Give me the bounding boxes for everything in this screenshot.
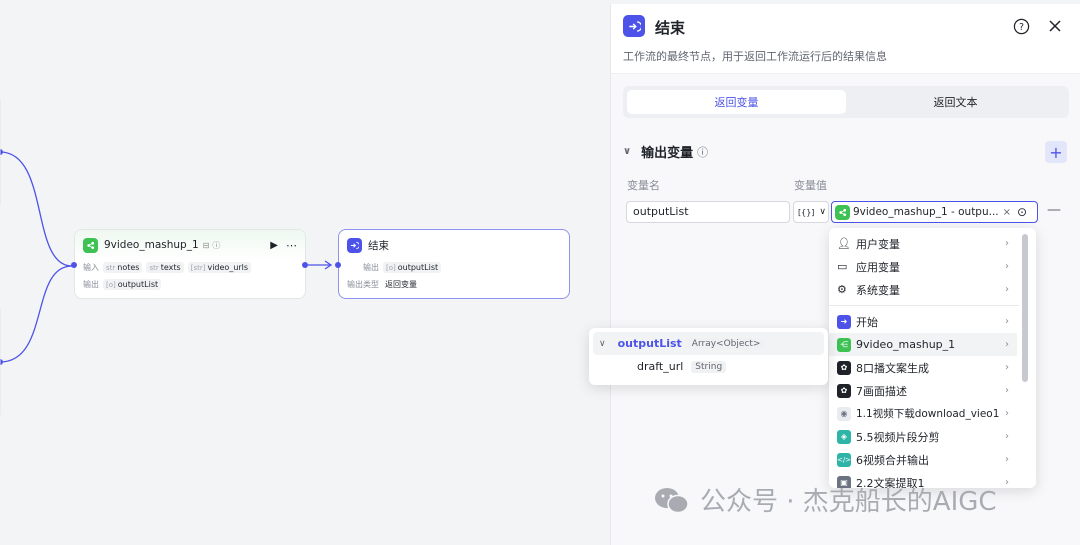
more-icon[interactable]: ⋯: [286, 239, 297, 252]
watermark: 公众号 · 杰克船长的AIGC: [652, 481, 997, 518]
dropdown-item-node[interactable]: </> 6视频合并输出 ›: [829, 448, 1017, 471]
svg-text:?: ?: [1018, 21, 1023, 32]
dropdown-item-system-vars[interactable]: ⚙ 系统变量 ›: [829, 278, 1017, 301]
tab-return-text[interactable]: 返回文本: [846, 90, 1065, 114]
output-tag: [o] outputList: [383, 262, 442, 273]
return-mode-tabs: 返回变量 返回文本: [623, 86, 1069, 118]
llm-icon: ✿: [837, 383, 851, 398]
run-node-button[interactable]: ▶: [270, 240, 278, 251]
variable-value-ref[interactable]: 9video_mashup_1 - outpu... × ⊙: [831, 201, 1038, 223]
mashup-node-title: 9video_mashup_1: [104, 239, 199, 251]
variable-name-input[interactable]: outputList: [626, 201, 790, 223]
code-icon: </>: [837, 452, 851, 467]
storage-icon: ⊟: [202, 240, 210, 250]
add-variable-button[interactable]: +: [1045, 141, 1067, 163]
output-field-root[interactable]: ∨ outputList Array<Object>: [593, 332, 824, 355]
download-icon: ◉: [837, 406, 851, 421]
dropdown-item-node[interactable]: ✿ 7画面描述 ›: [829, 379, 1017, 402]
close-icon[interactable]: [1045, 16, 1065, 36]
panel-description: 工作流的最终节点，用于返回工作流运行后的结果信息: [623, 50, 887, 63]
workflow-canvas[interactable]: 9video_mashup_1 ⊟ ⓘ ▶ ⋯ 输入 str notes str t…: [0, 0, 610, 545]
divider: [829, 305, 1019, 306]
col-label-name: 变量名: [627, 179, 660, 192]
input-tag: str notes: [103, 262, 143, 273]
edge-top: [0, 151, 73, 267]
llm-icon: ✿: [837, 360, 851, 375]
output-field-popup: ∨ outputList Array<Object> draft_url Str…: [589, 328, 828, 385]
edge-bottom: [0, 265, 73, 363]
help-icon[interactable]: ?: [1011, 16, 1031, 36]
chevron-down-icon: ∨: [819, 207, 827, 217]
watermark-text: 公众号 · 杰克船长的AIGC: [700, 487, 997, 517]
gear-icon: ⚙: [837, 283, 847, 296]
wechat-icon: [655, 487, 689, 513]
mashup-node[interactable]: 9video_mashup_1 ⊟ ⓘ ▶ ⋯ 输入 str notes str t…: [74, 229, 306, 299]
end-output-row: 输出 [o] outputList: [339, 260, 569, 275]
output-variables-section[interactable]: ∨ 输出变量 ⓘ: [623, 142, 709, 162]
input-tag: str texts: [146, 262, 184, 273]
info-icon: ⓘ: [212, 240, 221, 250]
user-icon: 👤︎: [837, 237, 851, 250]
tab-return-variable[interactable]: 返回变量: [627, 90, 846, 114]
chevron-down-icon[interactable]: ∨: [623, 146, 631, 157]
chevron-down-icon[interactable]: ∨: [599, 339, 606, 349]
clear-icon[interactable]: ×: [1003, 207, 1011, 218]
input-tag: [str] video_urls: [187, 262, 252, 273]
end-in-port[interactable]: [335, 262, 341, 268]
end-icon: [623, 15, 645, 37]
start-icon: ➜: [837, 314, 851, 329]
remove-variable-button[interactable]: —: [1047, 202, 1061, 218]
dropdown-scrollbar[interactable]: [1022, 234, 1028, 382]
end-node[interactable]: 结束 输出 [o] outputList 输出类型 返回变量: [338, 229, 570, 299]
plugin-icon: ⋲: [837, 337, 851, 352]
dropdown-item-app-vars[interactable]: ▭ 应用变量 ›: [829, 255, 1017, 278]
folder-icon: ▭: [837, 260, 848, 273]
mashup-out-port[interactable]: [302, 262, 308, 268]
mashup-inputs-row: 输入 str notes str texts [str] video_urls: [75, 260, 305, 275]
end-output-type-row: 输出类型 返回变量: [347, 280, 417, 289]
dropdown-item-node[interactable]: ◈ 5.5视频片段分剪 ›: [829, 425, 1017, 448]
layers-icon: ◈: [837, 429, 851, 444]
output-tag: [o] outputList: [103, 279, 162, 290]
dropdown-item-node[interactable]: ⋲ 9video_mashup_1 ›: [829, 333, 1017, 356]
plugin-icon: [835, 204, 850, 220]
mashup-outputs-row: 输出 [o] outputList: [75, 277, 305, 292]
col-label-value: 变量值: [794, 179, 827, 192]
dropdown-item-node[interactable]: ◉ 1.1视频下载download_vieo1 ›: [829, 402, 1017, 425]
dropdown-item-node[interactable]: ➜ 开始 ›: [829, 310, 1017, 333]
value-type-select[interactable]: [{}] ∨: [793, 201, 829, 223]
info-icon: ⓘ: [697, 145, 709, 159]
section-title: 输出变量: [641, 146, 694, 161]
panel-header: 结束 工作流的最终节点，用于返回工作流运行后的结果信息 ?: [611, 4, 1080, 74]
end-node-title: 结束: [368, 239, 389, 252]
dropdown-item-node[interactable]: ✿ 8口播文案生成 ›: [829, 356, 1017, 379]
output-field-child[interactable]: draft_url String: [593, 355, 824, 378]
mashup-in-port[interactable]: [71, 262, 77, 268]
dropdown-item-user-vars[interactable]: 👤︎ 用户变量 ›: [829, 232, 1017, 255]
target-icon[interactable]: ⊙: [1017, 205, 1027, 219]
variable-picker-dropdown: 👤︎ 用户变量 › ▭ 应用变量 › ⚙ 系统变量 › ➜ 开始 › ⋲ 9video_…: [829, 228, 1036, 488]
plugin-icon: [83, 237, 98, 253]
end-icon: [347, 237, 362, 253]
panel-title: 结束: [655, 19, 686, 37]
